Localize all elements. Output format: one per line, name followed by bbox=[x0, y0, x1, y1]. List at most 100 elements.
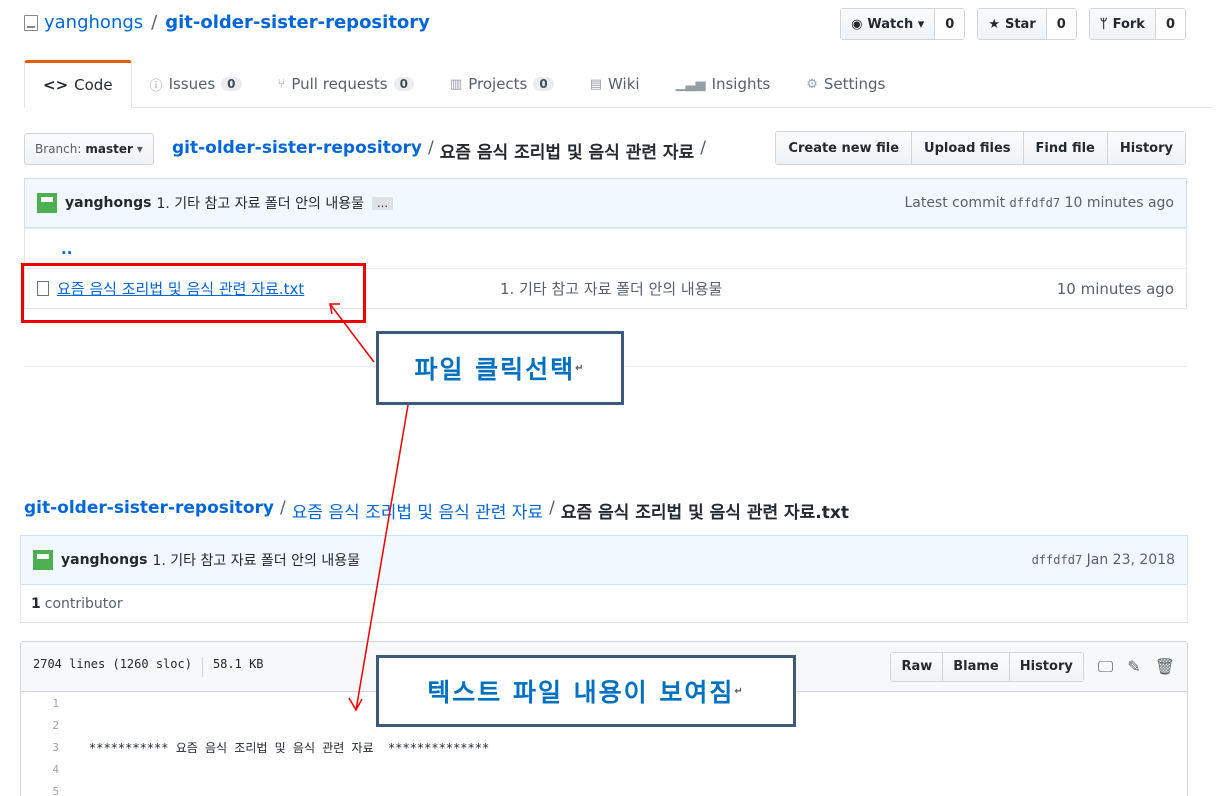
callout-file-content-text: 텍스트 파일 내용이 보여짐 bbox=[427, 678, 735, 707]
file-info: 2704 lines (1260 sloc) 58.1 KB bbox=[33, 656, 264, 677]
contributor-count: 1 bbox=[31, 595, 41, 612]
star-count[interactable]: 0 bbox=[1046, 9, 1076, 39]
file-nav-buttons: Create new file Upload files Find file H… bbox=[775, 131, 1186, 165]
tab-settings-label: Settings bbox=[823, 75, 886, 93]
breadcrumb: git-older-sister-repository / 요즘 음식 조리법 … bbox=[172, 138, 706, 163]
repo-name-link[interactable]: git-older-sister-repository bbox=[165, 12, 430, 33]
code-line: 3 *********** 요즘 음식 조리법 및 음식 관련 자료 ******… bbox=[21, 736, 1187, 758]
tab-wiki[interactable]: ▤ Wiki bbox=[572, 60, 658, 108]
upload-files-button[interactable]: Upload files bbox=[912, 132, 1024, 164]
breadcrumb-separator: / bbox=[700, 138, 706, 158]
repo-nav-tabs: <> Code ⓘ Issues 0 ⑂ Pull requests 0 ▥ Project… bbox=[24, 60, 1212, 108]
watch-label: Watch ▾ bbox=[867, 16, 925, 32]
tab-pr-label: Pull requests bbox=[291, 75, 388, 93]
callout-file-content: 텍스트 파일 내용이 보여짐 ↵ bbox=[376, 655, 796, 727]
eye-icon: ◉ bbox=[851, 16, 863, 32]
avatar[interactable] bbox=[37, 193, 57, 213]
tab-settings[interactable]: ⚙ Settings bbox=[788, 60, 903, 108]
repo-separator: / bbox=[151, 12, 158, 33]
trash-icon[interactable]: 🗑 bbox=[1155, 657, 1175, 676]
file-action-group: Raw Blame History bbox=[890, 651, 1084, 682]
file-history-button[interactable]: History bbox=[1009, 652, 1083, 681]
breadcrumb-separator: / bbox=[427, 138, 434, 158]
tab-code-label: Code bbox=[74, 76, 113, 94]
code-line: 5 bbox=[21, 780, 1187, 796]
branch-select-button[interactable]: Branch: master ▾ bbox=[24, 133, 154, 165]
star-icon: ★ bbox=[988, 16, 1000, 32]
code-line: 4 bbox=[21, 758, 1187, 780]
file-breadcrumb-root-link[interactable]: git-older-sister-repository bbox=[24, 498, 274, 523]
fork-label: Fork bbox=[1112, 16, 1145, 32]
graph-icon: ▁▃▅ bbox=[675, 76, 706, 92]
parent-directory-link[interactable]: .. bbox=[25, 228, 1186, 268]
file-commit-message[interactable]: 1. 기타 참고 자료 폴더 안의 내용물 bbox=[500, 278, 722, 299]
line-number[interactable]: 3 bbox=[21, 741, 71, 754]
desktop-icon[interactable]: 🖵 bbox=[1098, 657, 1113, 677]
line-number[interactable]: 1 bbox=[21, 697, 71, 710]
tab-wiki-label: Wiki bbox=[608, 75, 640, 93]
pencil-icon[interactable]: ✎ bbox=[1127, 657, 1140, 676]
tab-insights[interactable]: ▁▃▅ Insights bbox=[658, 60, 789, 108]
commit-sha[interactable]: dffdfd7 bbox=[1010, 196, 1061, 210]
breadcrumb-separator: / bbox=[279, 498, 286, 518]
caret-down-icon: ▾ bbox=[136, 142, 143, 156]
commit-message[interactable]: 1. 기타 참고 자료 폴더 안의 내용물 bbox=[156, 193, 364, 213]
expand-commit-button[interactable]: … bbox=[371, 196, 393, 210]
file-commit-meta: dffdfd7 Jan 23, 2018 bbox=[1032, 552, 1175, 568]
fork-group: ᛘ Fork 0 bbox=[1088, 8, 1186, 40]
projects-counter: 0 bbox=[533, 77, 554, 91]
line-number[interactable]: 5 bbox=[21, 785, 71, 796]
watch-button[interactable]: ◉ Watch ▾ bbox=[841, 9, 936, 39]
paragraph-mark-icon: ↵ bbox=[575, 362, 586, 374]
file-commit-sha[interactable]: dffdfd7 bbox=[1032, 553, 1083, 567]
file-breadcrumb-file: 요즘 음식 조리법 및 음식 관련 자료.txt bbox=[560, 503, 849, 523]
file-breadcrumb-folder-link[interactable]: 요즘 음식 조리법 및 음식 관련 자료 bbox=[292, 498, 543, 523]
avatar[interactable] bbox=[33, 550, 53, 570]
contributors-bar: 1 contributor bbox=[20, 585, 1188, 623]
tab-projects-label: Projects bbox=[468, 75, 528, 93]
highlight-box bbox=[21, 263, 366, 323]
tab-issues[interactable]: ⓘ Issues 0 bbox=[132, 60, 260, 108]
tab-projects[interactable]: ▥ Projects 0 bbox=[432, 60, 572, 108]
tab-pull-requests[interactable]: ⑂ Pull requests 0 bbox=[260, 60, 432, 108]
raw-button[interactable]: Raw bbox=[891, 652, 944, 681]
file-commit-date: Jan 23, 2018 bbox=[1086, 552, 1175, 568]
issues-counter: 0 bbox=[221, 77, 242, 91]
history-button[interactable]: History bbox=[1107, 132, 1185, 164]
file-commit-message[interactable]: 1. 기타 참고 자료 폴더 안의 내용물 bbox=[152, 550, 360, 570]
create-new-file-button[interactable]: Create new file bbox=[776, 132, 913, 164]
file-actions: Raw Blame History 🖵 ✎ 🗑 bbox=[890, 651, 1175, 682]
file-commit-author[interactable]: yanghongs bbox=[61, 552, 147, 568]
line-number[interactable]: 2 bbox=[21, 719, 71, 732]
issue-icon: ⓘ bbox=[149, 78, 163, 94]
watch-group: ◉ Watch ▾ 0 bbox=[840, 8, 966, 40]
breadcrumb-root-link[interactable]: git-older-sister-repository bbox=[172, 138, 422, 163]
fork-icon: ᛘ bbox=[1099, 16, 1108, 32]
watch-count[interactable]: 0 bbox=[935, 9, 965, 39]
divider bbox=[201, 656, 203, 677]
tab-code[interactable]: <> Code bbox=[24, 60, 132, 108]
fork-count[interactable]: 0 bbox=[1155, 9, 1185, 39]
pr-counter: 0 bbox=[393, 77, 414, 91]
star-group: ★ Star 0 bbox=[977, 8, 1077, 40]
callout-click-file-text: 파일 클릭선택 bbox=[414, 355, 576, 384]
pagehead-actions: ◉ Watch ▾ 0 ★ Star 0 ᛘ Fork 0 bbox=[840, 8, 1186, 40]
file-lines: 2704 lines (1260 sloc) bbox=[33, 656, 192, 671]
latest-commit-prefix: Latest commit bbox=[904, 195, 1006, 211]
line-number[interactable]: 4 bbox=[21, 763, 71, 776]
file-size: 58.1 KB bbox=[212, 656, 264, 671]
contributor-label: contributor bbox=[44, 595, 123, 612]
fork-button[interactable]: ᛘ Fork bbox=[1089, 9, 1156, 39]
blame-button[interactable]: Blame bbox=[943, 652, 1010, 681]
find-file-button[interactable]: Find file bbox=[1023, 132, 1108, 164]
repo-owner-link[interactable]: yanghongs bbox=[44, 12, 143, 33]
breadcrumb-folder: 요즘 음식 조리법 및 음식 관련 자료 bbox=[439, 143, 695, 163]
callout-click-file: 파일 클릭선택 ↵ bbox=[376, 331, 624, 405]
commit-author[interactable]: yanghongs bbox=[65, 195, 151, 211]
project-icon: ▥ bbox=[449, 76, 463, 92]
wiki-icon: ▤ bbox=[589, 76, 603, 92]
file-breadcrumb: git-older-sister-repository / 요즘 음식 조리법 … bbox=[24, 498, 849, 523]
branch-name: master bbox=[85, 142, 133, 156]
star-button[interactable]: ★ Star bbox=[978, 9, 1047, 39]
breadcrumb-separator: / bbox=[549, 498, 555, 518]
